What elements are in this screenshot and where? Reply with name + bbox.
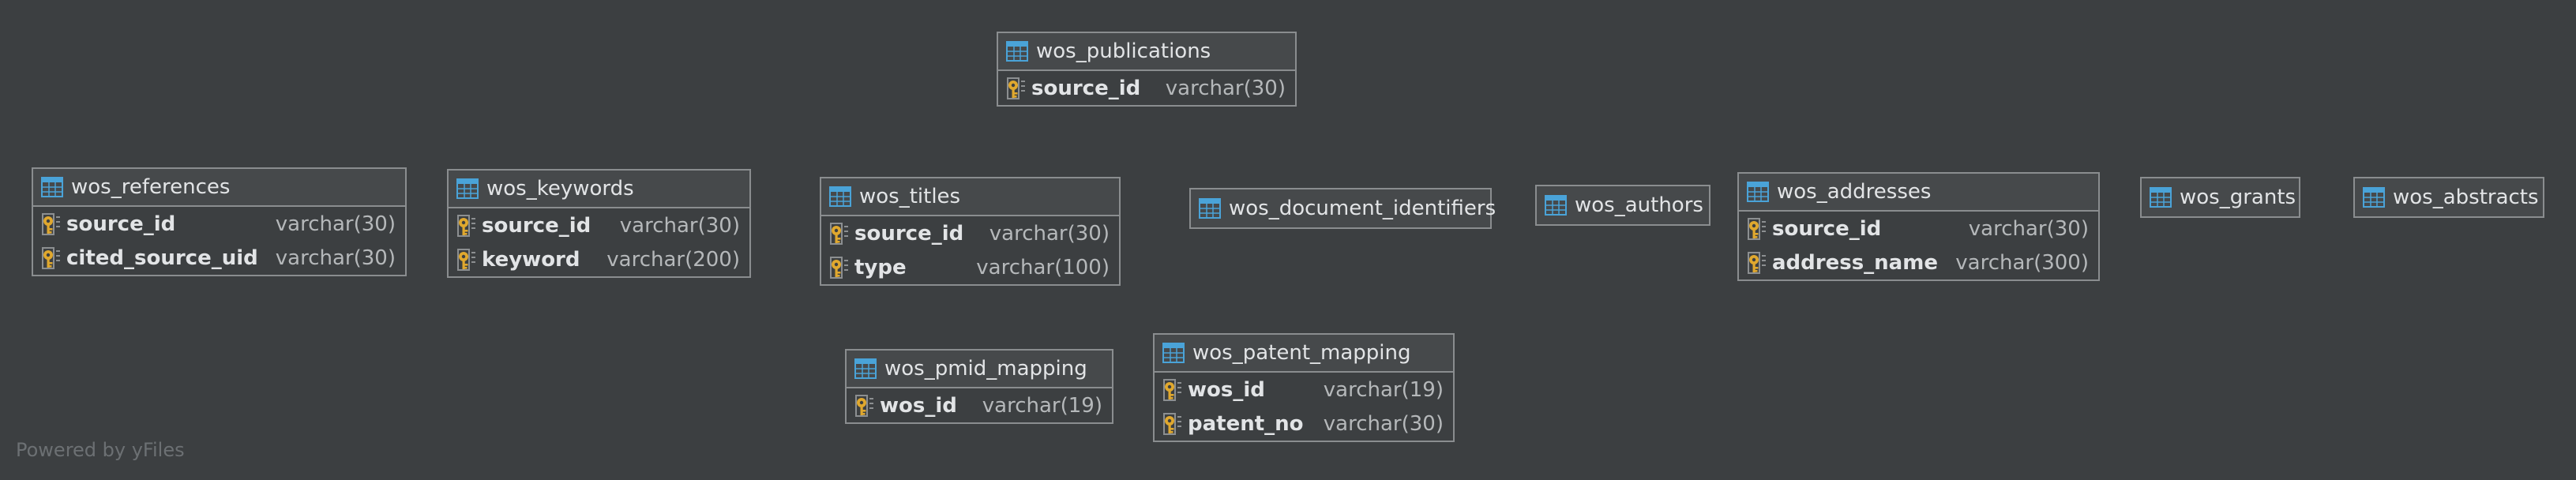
table-wos-patent-mapping[interactable]: wos_patent_mapping wos_id varchar(19) pa…	[1153, 333, 1455, 442]
table-header[interactable]: wos_publications	[998, 33, 1295, 71]
table-icon	[41, 177, 63, 197]
table-header[interactable]: wos_addresses	[1739, 174, 2098, 212]
primary-key-icon	[855, 394, 873, 417]
table-icon	[1747, 182, 1769, 202]
table-name: wos_authors	[1575, 193, 1703, 217]
table-header[interactable]: wos_grants	[2142, 178, 2299, 216]
table-icon	[2363, 187, 2385, 208]
column-name: wos_id	[1188, 377, 1265, 402]
table-header[interactable]: wos_keywords	[449, 171, 749, 208]
table-header[interactable]: wos_titles	[821, 178, 1119, 216]
primary-key-icon	[1748, 251, 1766, 274]
column-type: varchar(30)	[1968, 216, 2089, 241]
column-name: type	[854, 255, 907, 279]
column-name: source_id	[66, 212, 176, 236]
table-header[interactable]: wos_pmid_mapping	[847, 351, 1112, 388]
table-header[interactable]: wos_authors	[1537, 186, 1709, 224]
column-name: wos_id	[880, 393, 957, 418]
table-name: wos_addresses	[1777, 180, 1932, 204]
primary-key-icon	[457, 248, 475, 271]
column-type: varchar(19)	[1323, 377, 1444, 402]
table-wos-document-identifiers[interactable]: wos_document_identifiers	[1189, 188, 1496, 229]
table-header[interactable]: wos_document_identifiers	[1191, 189, 1496, 227]
column-name: cited_source_uid	[66, 246, 258, 270]
column-type: varchar(30)	[275, 246, 396, 270]
primary-key-icon	[1163, 412, 1181, 435]
column-type: varchar(100)	[976, 255, 1110, 279]
table-wos-grants[interactable]: wos_grants	[2140, 177, 2300, 218]
powered-by-label: Powered by yFiles	[16, 439, 185, 461]
column-row[interactable]: cited_source_uid varchar(30)	[33, 241, 405, 275]
primary-key-icon	[830, 256, 848, 279]
table-name: wos_abstracts	[2393, 186, 2539, 209]
column-type: varchar(300)	[1955, 250, 2089, 275]
column-name: source_id	[482, 213, 591, 238]
table-name: wos_keywords	[486, 177, 634, 201]
column-row[interactable]: address_name varchar(300)	[1739, 246, 2098, 279]
primary-key-icon	[1163, 378, 1181, 401]
column-name: source_id	[854, 221, 964, 246]
column-row[interactable]: source_id varchar(30)	[1739, 212, 2098, 246]
column-row[interactable]: source_id varchar(30)	[821, 216, 1119, 250]
column-row[interactable]: wos_id varchar(19)	[847, 388, 1112, 422]
table-header[interactable]: wos_references	[33, 169, 405, 207]
primary-key-icon	[457, 214, 475, 237]
column-name: address_name	[1772, 250, 1938, 275]
column-type: varchar(30)	[1165, 76, 1286, 100]
table-wos-publications[interactable]: wos_publications source_id varchar(30)	[997, 32, 1297, 107]
table-wos-authors[interactable]: wos_authors	[1535, 185, 1710, 226]
column-row[interactable]: source_id varchar(30)	[998, 71, 1295, 105]
table-icon	[1199, 198, 1221, 219]
table-wos-abstracts[interactable]: wos_abstracts	[2353, 177, 2544, 218]
primary-key-icon	[42, 246, 60, 269]
table-icon	[854, 358, 877, 379]
column-type: varchar(30)	[1323, 411, 1444, 436]
table-header[interactable]: wos_abstracts	[2355, 178, 2543, 216]
table-name: wos_titles	[859, 185, 961, 208]
column-row[interactable]: type varchar(100)	[821, 250, 1119, 284]
table-icon	[829, 186, 851, 207]
primary-key-icon	[42, 212, 60, 235]
column-type: varchar(19)	[982, 393, 1102, 418]
table-name: wos_patent_mapping	[1192, 341, 1411, 365]
table-name: wos_publications	[1036, 39, 1211, 63]
table-icon	[2150, 187, 2172, 208]
table-wos-titles[interactable]: wos_titles source_id varchar(30) type va…	[820, 177, 1121, 286]
column-name: source_id	[1772, 216, 1882, 241]
table-icon	[1162, 343, 1185, 363]
diagram-canvas: wos_publications source_id varchar(30) w…	[0, 0, 2576, 480]
column-name: source_id	[1031, 76, 1141, 100]
table-wos-addresses[interactable]: wos_addresses source_id varchar(30) addr…	[1737, 172, 2100, 281]
primary-key-icon	[1748, 217, 1766, 240]
table-wos-keywords[interactable]: wos_keywords source_id varchar(30) keywo…	[447, 169, 751, 278]
column-name: keyword	[482, 247, 580, 272]
column-row[interactable]: patent_no varchar(30)	[1155, 407, 1453, 441]
table-name: wos_document_identifiers	[1229, 197, 1496, 220]
primary-key-icon	[1007, 77, 1025, 99]
primary-key-icon	[830, 222, 848, 245]
table-name: wos_grants	[2180, 186, 2296, 209]
column-type: varchar(200)	[606, 247, 740, 272]
table-name: wos_references	[71, 175, 231, 199]
column-type: varchar(30)	[275, 212, 396, 236]
table-icon	[456, 178, 479, 199]
table-wos-references[interactable]: wos_references source_id varchar(30) cit…	[32, 167, 407, 276]
column-row[interactable]: wos_id varchar(19)	[1155, 373, 1453, 407]
column-name: patent_no	[1188, 411, 1304, 436]
table-header[interactable]: wos_patent_mapping	[1155, 335, 1453, 373]
column-row[interactable]: source_id varchar(30)	[33, 207, 405, 241]
table-wos-pmid-mapping[interactable]: wos_pmid_mapping wos_id varchar(19)	[845, 349, 1113, 424]
column-row[interactable]: source_id varchar(30)	[449, 208, 749, 242]
column-row[interactable]: keyword varchar(200)	[449, 242, 749, 276]
table-icon	[1006, 41, 1028, 62]
table-name: wos_pmid_mapping	[884, 357, 1087, 381]
column-type: varchar(30)	[989, 221, 1110, 246]
column-type: varchar(30)	[619, 213, 740, 238]
table-icon	[1545, 195, 1567, 216]
